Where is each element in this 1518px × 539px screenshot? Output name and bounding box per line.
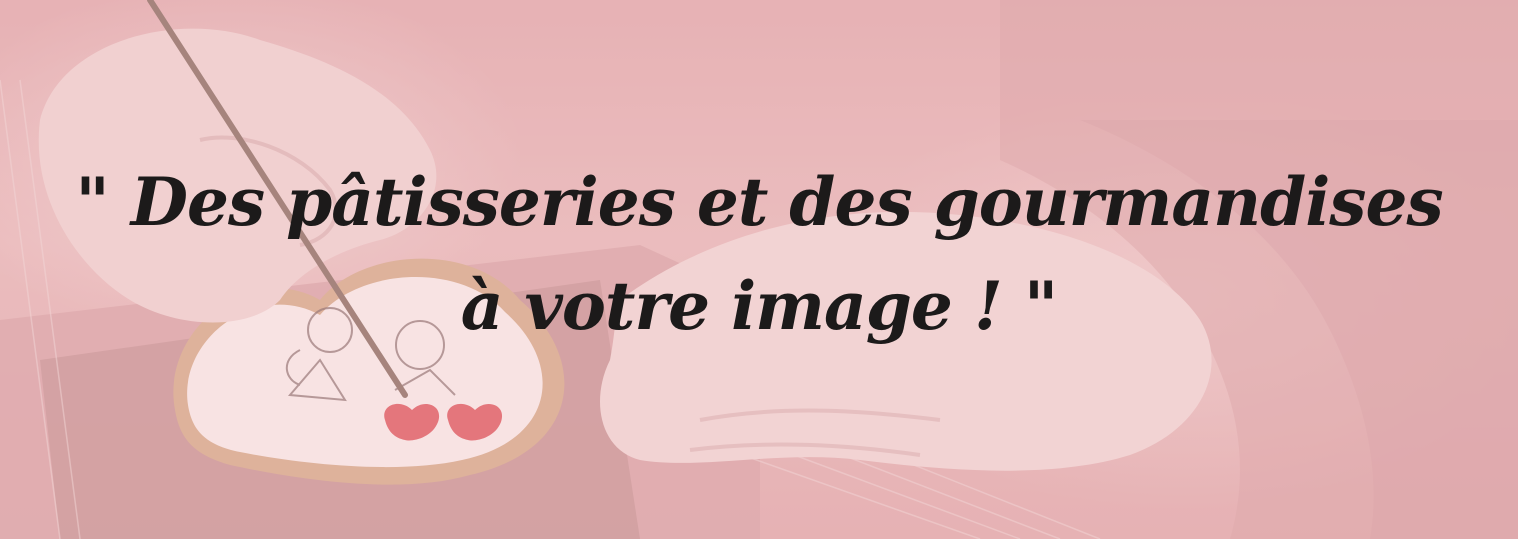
quote-line-1: " Des pâtisseries et des gourmandises (75, 163, 1443, 241)
hero-banner: " Des pâtisseries et des gourmandises à … (0, 0, 1518, 539)
quote-line-2: à votre image ! " (460, 267, 1058, 345)
hero-quote: " Des pâtisseries et des gourmandises à … (0, 150, 1518, 358)
